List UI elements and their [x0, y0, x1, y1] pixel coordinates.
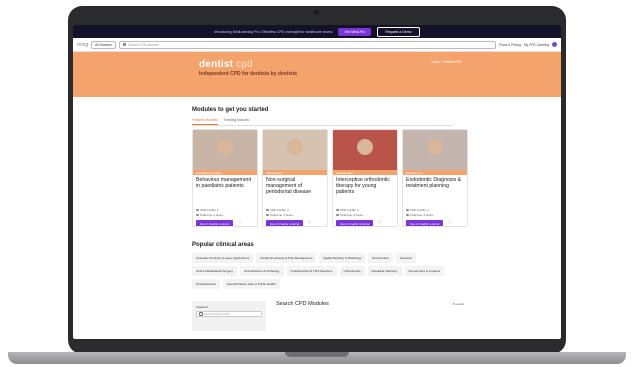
clinical-chip[interactable]: Prosthodontics: [192, 279, 220, 289]
hero-banner: dentist cpd Independent CPD for dentists…: [73, 52, 561, 97]
laptop-screen: Introducing MedLearning Pro. Effortless …: [73, 25, 561, 339]
search-modules-section: Keyword Search Dentist CPD... Search CPD…: [192, 301, 561, 331]
tab-trending-modules[interactable]: Trending Modules: [224, 118, 249, 125]
all-sections-button[interactable]: All Sections: [91, 40, 116, 49]
clock-icon: [406, 213, 409, 217]
module-image: [403, 130, 467, 170]
clinical-chip[interactable]: Featured: [395, 253, 416, 263]
module-title[interactable]: Endodontic Diagnosis & treatment plannin…: [406, 177, 464, 207]
request-demo-button[interactable]: Request a Demo: [377, 26, 420, 37]
module-card[interactable]: Orthodontics Interceptive orthodontic th…: [332, 129, 398, 227]
clinical-title: Popular clinical areas: [192, 242, 254, 248]
clock-icon: [196, 213, 199, 217]
promo-text: Introducing MedLearning Pro. Effortless …: [214, 29, 333, 34]
module-tabs: Featured Modules Trending Modules: [192, 118, 452, 126]
module-time: Total time: 2 hours: [200, 213, 223, 217]
laptop-lid: Introducing MedLearning Pro. Effortless …: [68, 6, 566, 354]
search-modules-title: Search CPD Modules: [276, 301, 329, 307]
module-card[interactable]: Periodontics Non-surgical management of …: [262, 129, 328, 227]
heart-icon[interactable]: ♡: [307, 221, 311, 226]
hero-tagline: Independent CPD for dentists by dentists: [199, 71, 298, 77]
avatar[interactable]: [552, 42, 557, 47]
enrol-button[interactable]: Use 2 Credits to Enrol: [406, 220, 444, 226]
clinical-chip[interactable]: Periodontics & Implants: [404, 266, 445, 276]
module-time: Total time: 3 hours: [270, 213, 293, 217]
keyword-input[interactable]: Search Dentist CPD...: [196, 311, 262, 317]
clinical-chip[interactable]: Oral Medicine & Pathology: [240, 266, 284, 276]
search-placeholder: Search CPD Modules: [128, 42, 159, 47]
search-icon: [122, 42, 127, 47]
module-card[interactable]: Paediatric Dentistry Behaviour managemen…: [192, 129, 258, 227]
module-image: [263, 130, 327, 170]
enrol-button[interactable]: Use 2 Credits to Enrol: [196, 220, 234, 226]
module-card[interactable]: Endodontics Endodontic Diagnosis & treat…: [402, 129, 468, 227]
filter-panel: Keyword Search Dentist CPD...: [192, 301, 266, 331]
clinical-chip[interactable]: Digital Dentistry & Radiology: [319, 253, 366, 263]
search-header: Search CPD Modules 8 results: [276, 301, 464, 331]
module-image: [193, 130, 257, 170]
module-image: [333, 130, 397, 170]
heart-icon[interactable]: ♡: [377, 221, 381, 226]
modules-title: Modules to get you started: [192, 107, 269, 113]
module-credits: CPD Credits: 3: [340, 208, 359, 212]
credits-icon: [406, 208, 409, 212]
top-navbar: rning All Sections Search CPD Modules Pl…: [73, 38, 561, 52]
clinical-chip[interactable]: Orthodontics: [339, 266, 365, 276]
enrol-button[interactable]: Use 3 Credits to Enrol: [336, 220, 374, 226]
dentist-cpd-logo: dentist cpd: [199, 59, 253, 70]
module-cards: Paediatric Dentistry Behaviour managemen…: [192, 129, 561, 227]
clinical-chip[interactable]: Special Patient Care & Public Health: [222, 279, 280, 289]
main-content: Modules to get you started Featured Modu…: [73, 97, 561, 331]
clinical-chip[interactable]: Endodontics: [368, 253, 393, 263]
module-credits: CPD Credits: 2: [200, 208, 219, 212]
get-pro-button[interactable]: Get MedLPro: [338, 27, 372, 36]
module-credits: CPD Credits: 2: [410, 208, 429, 212]
credits-icon: [196, 208, 199, 212]
module-time: Total time: 2 hours: [410, 213, 433, 217]
module-title[interactable]: Non-surgical management of periodontal d…: [266, 177, 324, 207]
clinical-chip[interactable]: Paediatric Dentistry: [367, 266, 402, 276]
brand-logo[interactable]: rning: [77, 42, 88, 48]
plans-pricing-link[interactable]: Plans & Pricing: [499, 43, 521, 47]
clock-icon: [266, 213, 269, 217]
heart-icon[interactable]: ♡: [237, 221, 241, 226]
webcam: [314, 10, 319, 15]
keyword-label: Keyword: [196, 305, 208, 309]
credits-icon: [266, 208, 269, 212]
promo-banner: Introducing MedLearning Pro. Effortless …: [73, 25, 561, 38]
module-time: Total time: 3 hours: [340, 213, 363, 217]
clinical-chip[interactable]: Dental Anesthesia & Pain Management: [256, 253, 317, 263]
enrol-button[interactable]: Use 3 Credits to Enrol: [266, 220, 304, 226]
clock-icon: [336, 213, 339, 217]
my-cpd-learning-link[interactable]: My CPD Learning: [524, 43, 549, 47]
clinical-chip[interactable]: Orofacial Pain & TMJ Disorders: [286, 266, 337, 276]
module-title[interactable]: Interceptive orthodontic therapy for you…: [336, 177, 394, 207]
clinical-chip[interactable]: Oral & Maxillofacial Surgery: [192, 266, 238, 276]
keyword-placeholder: Search Dentist CPD...: [204, 312, 232, 316]
clinical-chips: Cosmetic Dentistry & Laser Applications …: [192, 253, 454, 289]
module-title[interactable]: Behaviour management in paediatric patie…: [196, 177, 254, 207]
credits-icon: [336, 208, 339, 212]
clinical-areas: Popular clinical areas Cosmetic Dentistr…: [192, 242, 561, 289]
search-icon: [199, 312, 203, 316]
tab-featured-modules[interactable]: Featured Modules: [192, 118, 218, 125]
clinical-chip[interactable]: Cosmetic Dentistry & Laser Applications: [192, 253, 254, 263]
breadcrumb[interactable]: Home > Dentist CPD: [431, 60, 461, 64]
laptop-base-notch: [285, 352, 349, 357]
results-count: 8 results: [452, 302, 464, 306]
module-credits: CPD Credits: 3: [270, 208, 289, 212]
heart-icon[interactable]: ♡: [447, 221, 451, 226]
search-input[interactable]: Search CPD Modules: [118, 40, 497, 49]
